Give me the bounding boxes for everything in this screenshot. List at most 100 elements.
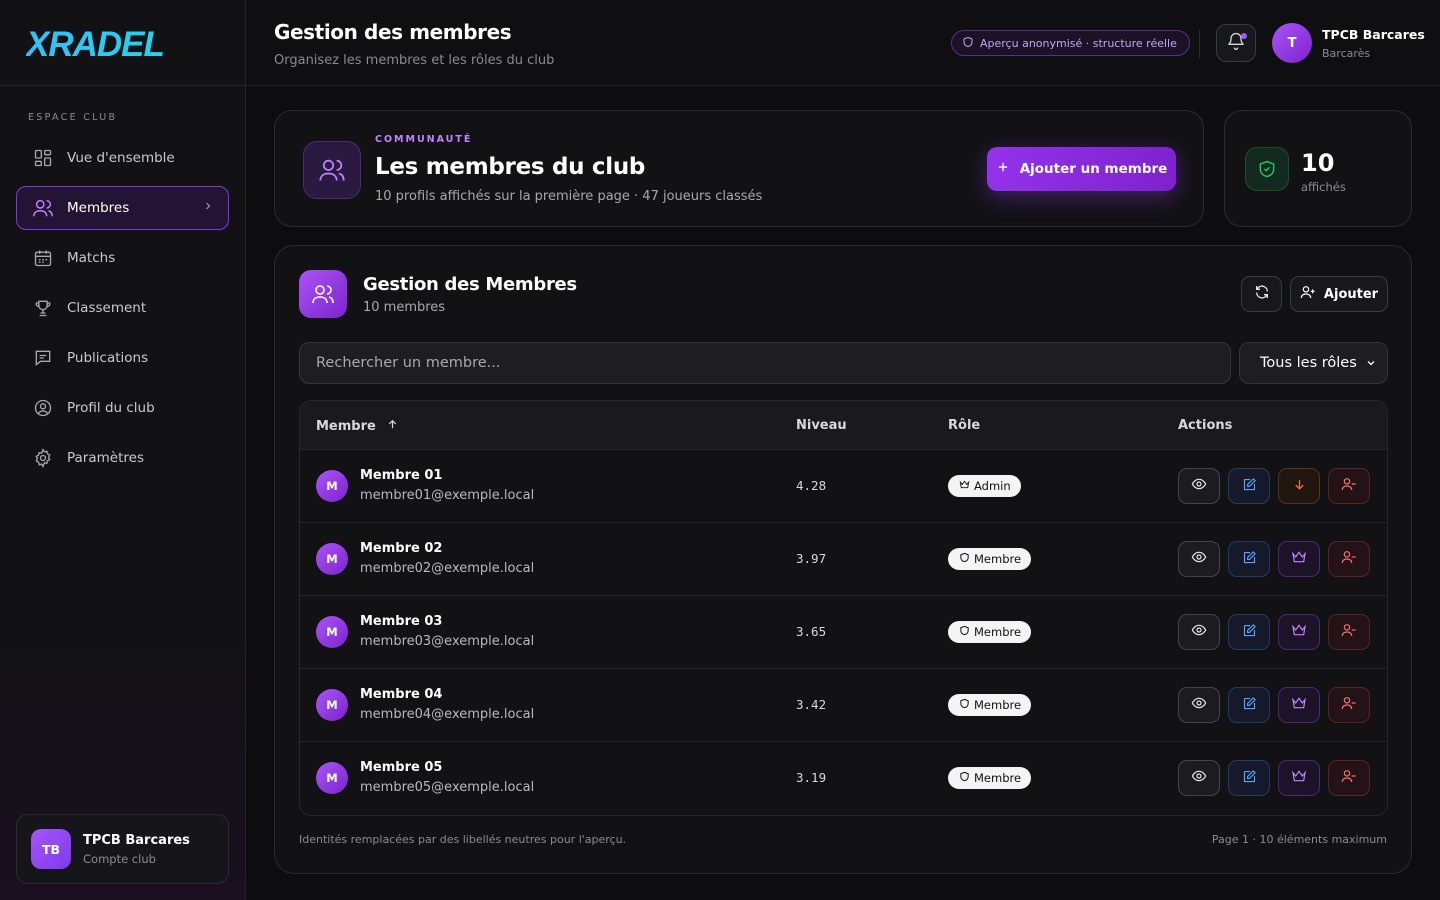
- user-avatar[interactable]: T: [1272, 23, 1312, 63]
- user-minus-icon: [1341, 549, 1357, 569]
- add-label: Ajouter: [1323, 286, 1379, 302]
- role-badge: Membre: [948, 621, 1032, 643]
- sidebar-item-label: Profil du club: [67, 400, 155, 416]
- user-minus-icon: [1341, 476, 1357, 496]
- notifications-button[interactable]: [1216, 24, 1256, 62]
- member-name: Membre 03: [360, 614, 443, 629]
- column-member-label: Membre: [316, 419, 376, 434]
- xradel-logo[interactable]: XRADEL: [26, 24, 176, 64]
- community-eyebrow: COMMUNAUTÉ: [375, 134, 473, 145]
- remove-member-button[interactable]: [1328, 614, 1370, 650]
- role-badge: Membre: [948, 548, 1032, 570]
- member-avatar: M: [316, 470, 348, 502]
- sidebar-item-label: Membres: [67, 200, 130, 216]
- account-avatar: TB: [31, 829, 71, 869]
- view-member-button[interactable]: [1178, 687, 1220, 723]
- view-member-button[interactable]: [1178, 468, 1220, 504]
- role-filter-value: Tous les rôles: [1260, 355, 1357, 371]
- edit-member-button[interactable]: [1228, 541, 1270, 577]
- promote-member-button[interactable]: [1278, 687, 1320, 723]
- edit-icon: [1242, 550, 1257, 569]
- sidebar-item-ranking[interactable]: Classement: [16, 286, 229, 330]
- community-description: 10 profils affichés sur la première page…: [375, 189, 763, 204]
- anonymization-note: Identités remplacées par des libellés ne…: [299, 833, 627, 846]
- remove-member-button[interactable]: [1328, 687, 1370, 723]
- member-name: Membre 05: [360, 760, 443, 775]
- edit-icon: [1242, 623, 1257, 642]
- chevron-down-icon: [1365, 357, 1377, 373]
- user-minus-icon: [1341, 622, 1357, 642]
- remove-member-button[interactable]: [1328, 760, 1370, 796]
- table-header: Membre Niveau Rôle Actions: [300, 401, 1387, 450]
- sidebar-item-members[interactable]: Membres: [16, 186, 229, 230]
- member-avatar: M: [316, 689, 348, 721]
- edit-member-button[interactable]: [1228, 468, 1270, 504]
- chevron-right-icon: [202, 200, 214, 216]
- stat-value: 10: [1301, 149, 1335, 177]
- add-member-button[interactable]: Ajouter un membre: [987, 147, 1176, 191]
- promote-member-button[interactable]: [1278, 541, 1320, 577]
- promote-member-button[interactable]: [1278, 614, 1320, 650]
- members-count: 10 membres: [363, 300, 446, 315]
- edit-member-button[interactable]: [1228, 760, 1270, 796]
- view-member-button[interactable]: [1178, 541, 1220, 577]
- member-email: membre02@exemple.local: [360, 561, 535, 576]
- shield-check-icon: [1245, 147, 1289, 191]
- remove-member-button[interactable]: [1328, 468, 1370, 504]
- user-circle-icon: [31, 396, 55, 420]
- user-location: Barcarès: [1322, 47, 1371, 60]
- sidebar-item-overview[interactable]: Vue d'ensemble: [16, 136, 229, 180]
- role-badge-label: Membre: [974, 698, 1022, 712]
- sidebar-item-publications[interactable]: Publications: [16, 336, 229, 380]
- members-panel-title: Gestion des Membres: [363, 274, 577, 295]
- role-badge: Membre: [948, 767, 1032, 789]
- members-table: Membre Niveau Rôle Actions M Membre 01 m…: [299, 400, 1388, 816]
- table-row: M Membre 04 membre04@exemple.local 3.42 …: [300, 669, 1387, 742]
- shield-icon: [959, 625, 970, 639]
- member-email: membre03@exemple.local: [360, 634, 535, 649]
- edit-member-button[interactable]: [1228, 687, 1270, 723]
- refresh-button[interactable]: [1241, 276, 1282, 312]
- users-icon: [299, 270, 347, 318]
- account-subtitle: Compte club: [83, 851, 156, 866]
- edit-member-button[interactable]: [1228, 614, 1270, 650]
- user-plus-icon: [1300, 284, 1316, 304]
- remove-member-button[interactable]: [1328, 541, 1370, 577]
- role-filter-select[interactable]: Tous les rôles: [1239, 342, 1388, 384]
- sidebar-item-label: Classement: [67, 300, 147, 316]
- member-avatar: M: [316, 616, 348, 648]
- sidebar-item-settings[interactable]: Paramètres: [16, 436, 229, 480]
- promote-member-button[interactable]: [1278, 760, 1320, 796]
- stat-label: affichés: [1301, 180, 1346, 194]
- sidebar-nav: Vue d'ensemble Membres Matchs Classement: [16, 136, 229, 486]
- members-panel: Gestion des Membres 10 membres Ajouter T…: [274, 245, 1412, 874]
- member-search-input[interactable]: [299, 342, 1231, 384]
- column-member[interactable]: Membre: [316, 418, 399, 435]
- eye-icon: [1191, 768, 1207, 788]
- page-subtitle: Organisez les membres et les rôles du cl…: [274, 53, 555, 68]
- notification-dot: [1241, 33, 1247, 39]
- view-member-button[interactable]: [1178, 760, 1220, 796]
- table-row: M Membre 03 membre03@exemple.local 3.65 …: [300, 596, 1387, 669]
- refresh-icon: [1254, 284, 1270, 304]
- table-row: M Membre 05 membre05@exemple.local 3.19 …: [300, 742, 1387, 815]
- sidebar-item-club-profile[interactable]: Profil du club: [16, 386, 229, 430]
- demote-member-button[interactable]: [1278, 468, 1320, 504]
- sidebar-item-matches[interactable]: Matchs: [16, 236, 229, 280]
- add-member-label: Ajouter un membre: [1019, 161, 1168, 177]
- community-title: Les membres du club: [375, 154, 646, 180]
- table-row: M Membre 02 membre02@exemple.local 3.97 …: [300, 523, 1387, 596]
- sidebar-item-label: Paramètres: [67, 450, 144, 466]
- add-button[interactable]: Ajouter: [1290, 276, 1388, 312]
- member-level: 3.65: [796, 624, 827, 639]
- page-title: Gestion des membres: [274, 20, 512, 44]
- view-member-button[interactable]: [1178, 614, 1220, 650]
- svg-text:XRADEL: XRADEL: [26, 25, 164, 64]
- sidebar-item-label: Publications: [67, 350, 149, 366]
- account-card[interactable]: TB TPCB Barcares Compte club: [16, 814, 229, 884]
- role-badge: Membre: [948, 694, 1032, 716]
- eye-icon: [1191, 622, 1207, 642]
- shield-icon: [959, 771, 970, 785]
- header-separator: [1199, 30, 1200, 58]
- column-actions: Actions: [1178, 418, 1233, 433]
